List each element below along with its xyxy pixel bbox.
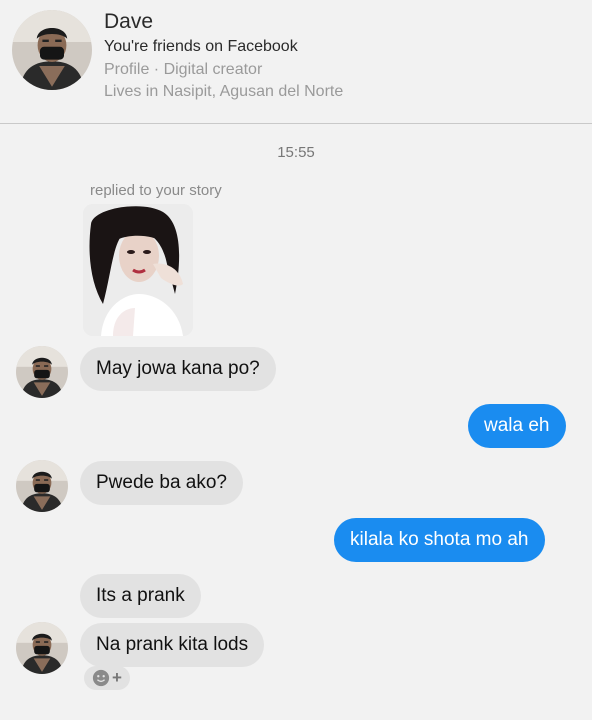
contact-avatar[interactable] bbox=[12, 10, 92, 90]
contact-name[interactable]: Dave bbox=[104, 10, 153, 34]
sender-avatar[interactable] bbox=[16, 460, 68, 512]
story-image bbox=[83, 204, 193, 336]
profile-info[interactable]: Profile · Digital creator bbox=[104, 61, 262, 79]
add-reaction-button[interactable]: + bbox=[84, 666, 130, 690]
plus-icon: + bbox=[112, 668, 122, 687]
message-bubble-outgoing[interactable]: kilala ko shota mo ah bbox=[334, 518, 545, 562]
message-bubble-incoming[interactable]: Na prank kita lods bbox=[80, 623, 265, 667]
message-bubble-outgoing[interactable]: wala eh bbox=[468, 404, 566, 448]
header-divider bbox=[0, 123, 592, 124]
message-bubble-incoming[interactable]: Pwede ba ako? bbox=[80, 461, 243, 505]
location-info: Lives in Nasipit, Agusan del Norte bbox=[104, 83, 344, 100]
smiley-face-icon bbox=[92, 669, 110, 687]
story-thumbnail[interactable] bbox=[83, 204, 193, 336]
message-bubble-incoming[interactable]: Its a prank bbox=[80, 574, 201, 618]
friendship-status: You're friends on Facebook bbox=[104, 38, 298, 55]
sender-avatar[interactable] bbox=[16, 346, 68, 398]
message-bubble-incoming[interactable]: May jowa kana po? bbox=[80, 347, 276, 391]
sender-avatar[interactable] bbox=[16, 622, 68, 674]
story-reply-label: replied to your story bbox=[90, 182, 222, 199]
message-timestamp: 15:55 bbox=[277, 144, 315, 161]
